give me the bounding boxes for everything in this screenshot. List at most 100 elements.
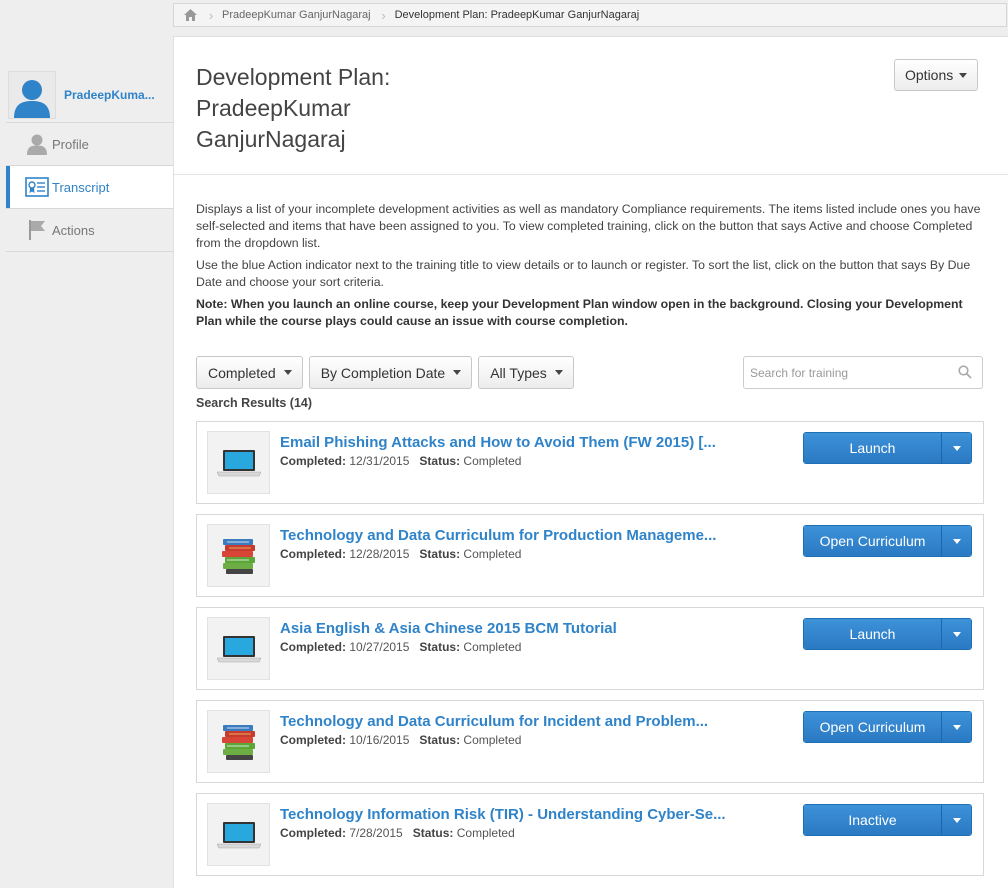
note-text: Note: When you launch an online course, … <box>196 297 963 328</box>
type-filter-dropdown[interactable]: All Types <box>478 356 574 389</box>
page-title-line: Development Plan: <box>196 64 391 90</box>
action-button[interactable]: Open Curriculum <box>804 526 941 556</box>
completed-date: 12/31/2015 <box>349 454 410 468</box>
training-meta: Completed: 12/31/2015 Status: Completed <box>280 454 521 468</box>
training-item: Email Phishing Attacks and How to Avoid … <box>196 421 984 504</box>
breadcrumb-separator-icon: › <box>381 7 386 23</box>
breadcrumb-separator-icon: › <box>208 7 214 23</box>
completed-label: Completed: <box>280 733 346 747</box>
action-button-group: Launch <box>803 618 972 650</box>
action-dropdown-button[interactable] <box>941 712 971 742</box>
action-dropdown-button[interactable] <box>941 619 971 649</box>
training-title[interactable]: Technology and Data Curriculum for Incid… <box>280 713 750 730</box>
chevron-down-icon <box>959 72 968 78</box>
status-filter-label: Completed <box>208 364 276 381</box>
chevron-down-icon <box>554 370 563 375</box>
action-button-group: Open Curriculum <box>803 525 972 557</box>
training-item: Asia English & Asia Chinese 2015 BCM Tut… <box>196 607 984 690</box>
action-button-group: Open Curriculum <box>803 711 972 743</box>
description: Displays a list of your incomplete devel… <box>196 201 986 335</box>
sort-label: By Completion Date <box>320 364 446 381</box>
sidebar: PradeepKuma... Profile Transcript Action… <box>6 68 174 252</box>
page-title-line: GanjurNagaraj <box>196 126 346 152</box>
status-label: Status: <box>419 733 461 747</box>
chevron-down-icon <box>283 370 292 375</box>
transcript-icon <box>22 177 52 197</box>
chevron-down-icon <box>952 538 961 544</box>
sort-dropdown[interactable]: By Completion Date <box>308 356 473 389</box>
filter-bar: Completed By Completion Date All Types <box>196 356 574 389</box>
sidebar-item-actions[interactable]: Actions <box>6 209 174 252</box>
laptop-icon[interactable] <box>207 617 270 680</box>
training-title[interactable]: Email Phishing Attacks and How to Avoid … <box>280 434 750 451</box>
training-item: Technology Information Risk (TIR) - Unde… <box>196 793 984 876</box>
user-card: PradeepKuma... <box>6 68 174 123</box>
search-icon[interactable] <box>958 365 972 384</box>
status-value: Completed <box>456 826 515 840</box>
chevron-down-icon <box>453 370 462 375</box>
completed-label: Completed: <box>280 640 346 654</box>
status-label: Status: <box>419 640 461 654</box>
books-icon[interactable] <box>207 524 270 587</box>
completed-date: 12/28/2015 <box>349 547 410 561</box>
breadcrumb: › PradeepKumar GanjurNagaraj › Developme… <box>173 3 1007 27</box>
completed-date: 10/16/2015 <box>349 733 410 747</box>
search-results-count: Search Results (14) <box>196 396 313 410</box>
search-box <box>743 356 983 389</box>
action-button[interactable]: Open Curriculum <box>804 712 941 742</box>
status-label: Status: <box>419 547 461 561</box>
training-meta: Completed: 10/27/2015 Status: Completed <box>280 640 521 654</box>
action-button-group: Inactive <box>803 804 972 836</box>
home-icon[interactable] <box>174 4 206 26</box>
action-dropdown-button[interactable] <box>941 433 971 463</box>
chevron-down-icon <box>952 817 961 823</box>
action-button-group: Launch <box>803 432 972 464</box>
status-filter-dropdown[interactable]: Completed <box>196 356 303 389</box>
action-button[interactable]: Launch <box>804 433 941 463</box>
training-meta: Completed: 10/16/2015 Status: Completed <box>280 733 521 747</box>
completed-label: Completed: <box>280 826 346 840</box>
chevron-down-icon <box>952 445 961 451</box>
training-title[interactable]: Technology and Data Curriculum for Produ… <box>280 527 750 544</box>
sidebar-item-transcript[interactable]: Transcript <box>6 166 174 209</box>
sidebar-item-profile[interactable]: Profile <box>6 123 174 166</box>
type-filter-label: All Types <box>490 364 547 381</box>
action-button[interactable]: Launch <box>804 619 941 649</box>
status-value: Completed <box>463 454 522 468</box>
action-button[interactable]: Inactive <box>804 805 941 835</box>
completed-label: Completed: <box>280 547 346 561</box>
breadcrumb-item-current: Development Plan: PradeepKumar GanjurNag… <box>394 9 640 21</box>
person-icon <box>22 133 52 155</box>
page-title: Development Plan: PradeepKumar GanjurNag… <box>196 62 496 155</box>
training-meta: Completed: 7/28/2015 Status: Completed <box>280 826 515 840</box>
breadcrumb-item-user[interactable]: PradeepKumar GanjurNagaraj <box>216 9 379 21</box>
action-dropdown-button[interactable] <box>941 526 971 556</box>
chevron-down-icon <box>952 724 961 730</box>
completed-date: 7/28/2015 <box>349 826 403 840</box>
status-label: Status: <box>412 826 454 840</box>
search-input[interactable] <box>748 364 952 381</box>
books-icon[interactable] <box>207 710 270 773</box>
page-title-line: PradeepKumar <box>196 95 351 121</box>
results-list: Email Phishing Attacks and How to Avoid … <box>196 421 984 886</box>
chevron-down-icon <box>952 631 961 637</box>
completed-label: Completed: <box>280 454 346 468</box>
status-value: Completed <box>463 733 522 747</box>
divider <box>174 174 1008 175</box>
options-button[interactable]: Options <box>894 59 979 91</box>
status-value: Completed <box>463 547 522 561</box>
action-dropdown-button[interactable] <box>941 805 971 835</box>
sidebar-item-label: Profile <box>52 136 89 152</box>
user-name[interactable]: PradeepKuma... <box>64 88 155 102</box>
laptop-icon[interactable] <box>207 431 270 494</box>
options-label: Options <box>905 67 954 83</box>
status-label: Status: <box>419 454 461 468</box>
training-title[interactable]: Technology Information Risk (TIR) - Unde… <box>280 806 750 823</box>
flag-icon <box>22 219 52 241</box>
training-item: Technology and Data Curriculum for Produ… <box>196 514 984 597</box>
avatar[interactable] <box>8 71 56 119</box>
training-title[interactable]: Asia English & Asia Chinese 2015 BCM Tut… <box>280 620 750 637</box>
training-item: Technology and Data Curriculum for Incid… <box>196 700 984 783</box>
sidebar-item-label: Transcript <box>52 179 110 195</box>
laptop-icon[interactable] <box>207 803 270 866</box>
